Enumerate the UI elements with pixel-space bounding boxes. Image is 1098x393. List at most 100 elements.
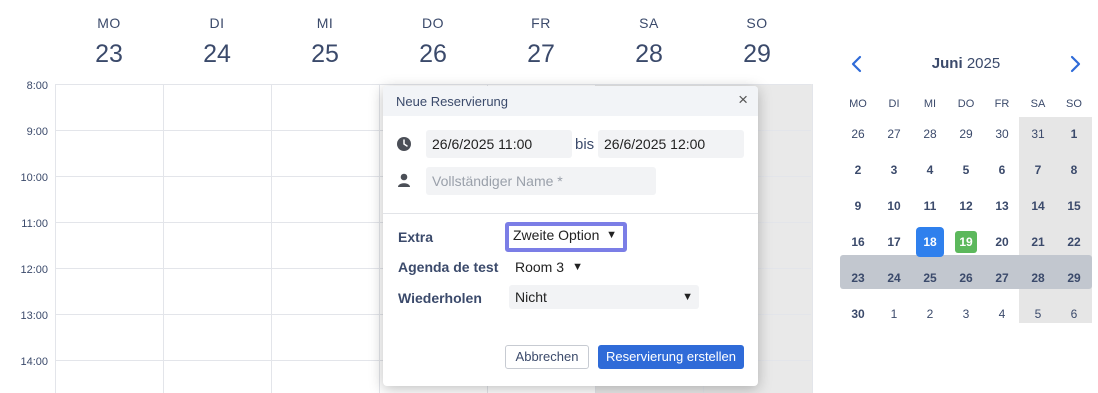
mini-calendar-day[interactable]: 21 (1020, 225, 1056, 259)
mini-calendar-day-label: 1 (1070, 127, 1078, 141)
close-icon[interactable]: × (738, 91, 748, 109)
time-label: 13:00 (20, 310, 48, 322)
mini-calendar-day[interactable]: 19 (948, 225, 984, 259)
chevron-down-icon: ▼ (682, 291, 693, 303)
cancel-button[interactable]: Abbrechen (505, 345, 589, 369)
mini-calendar-day[interactable]: 10 (876, 189, 912, 223)
mini-calendar-day-label: 13 (995, 199, 1009, 213)
mini-calendar-day-label: 3 (890, 163, 898, 177)
mini-calendar-day[interactable]: 6 (1056, 297, 1092, 331)
mini-calendar-day[interactable]: 5 (948, 153, 984, 187)
mini-calendar-day[interactable]: 2 (840, 153, 876, 187)
mini-calendar-day[interactable]: 18 (912, 225, 948, 259)
mini-calendar-day[interactable]: 1 (1056, 117, 1092, 151)
mini-calendar-day-label: 30 (995, 127, 1009, 141)
mini-calendar-day-label: 24 (887, 271, 901, 285)
dialog-header: Neue Reservierung × (383, 86, 758, 116)
mini-calendar-day[interactable]: 28 (1020, 261, 1056, 295)
day-header-so[interactable]: SO 29 (703, 0, 811, 84)
next-month-button[interactable] (1064, 52, 1086, 76)
mini-calendar-day[interactable]: 24 (876, 261, 912, 295)
mini-calendar-day-label: 23 (851, 271, 865, 285)
mini-calendar-day[interactable]: 30 (840, 297, 876, 331)
mini-calendar-day-label: 17 (887, 235, 901, 249)
mini-calendar-day[interactable]: 14 (1020, 189, 1056, 223)
mini-calendar-day[interactable]: 5 (1020, 297, 1056, 331)
mini-calendar-day[interactable]: 16 (840, 225, 876, 259)
chevron-right-icon (1070, 55, 1081, 73)
mini-calendar-day[interactable]: 11 (912, 189, 948, 223)
time-label: 12:00 (20, 264, 48, 276)
day-number: 24 (203, 40, 231, 68)
end-datetime-input[interactable]: 26/6/2025 12:00 (598, 130, 744, 158)
mini-calendar-day[interactable]: 26 (948, 261, 984, 295)
mini-calendar-day[interactable]: 20 (984, 225, 1020, 259)
mini-calendar-day[interactable]: 23 (840, 261, 876, 295)
mini-calendar-day-label: 2 (854, 163, 862, 177)
mini-calendar-day-label: 6 (998, 163, 1006, 177)
day-number: 27 (527, 40, 555, 68)
repeat-select[interactable]: Nicht ▼ (509, 285, 699, 309)
hour-line (55, 84, 811, 85)
year: 2025 (966, 55, 1001, 72)
mini-calendar-header: Juni 2025 (840, 50, 1092, 78)
mini-calendar-day-label: 26 (851, 127, 865, 141)
day-of-week: FR (531, 15, 551, 31)
month-name: Juni (931, 55, 963, 72)
mini-calendar-day-label: 16 (851, 235, 865, 249)
day-number: 28 (635, 40, 663, 68)
mini-calendar-day[interactable]: 25 (912, 261, 948, 295)
mini-calendar-day[interactable]: 17 (876, 225, 912, 259)
day-header-mo[interactable]: MO 23 (55, 0, 163, 84)
mini-day-of-week: SA (1030, 98, 1046, 110)
mini-calendar-day[interactable]: 28 (912, 117, 948, 151)
day-header-mi[interactable]: MI 25 (271, 0, 379, 84)
time-label: 14:00 (20, 356, 48, 368)
mini-calendar-day[interactable]: 2 (912, 297, 948, 331)
mini-calendar-day-label: 27 (887, 127, 901, 141)
mini-calendar-day[interactable]: 13 (984, 189, 1020, 223)
day-number: 23 (95, 40, 123, 68)
person-icon (398, 173, 410, 187)
repeat-label: Wiederholen (398, 290, 482, 306)
bis-label: bis (575, 136, 595, 153)
day-header-sa[interactable]: SA 28 (595, 0, 703, 84)
mini-calendar-day-label: 5 (962, 163, 970, 177)
extra-label: Extra (398, 229, 434, 245)
mini-calendar-day[interactable]: 3 (876, 153, 912, 187)
day-of-week: SA (639, 15, 659, 31)
mini-calendar-day[interactable]: 3 (948, 297, 984, 331)
mini-calendar-day[interactable]: 12 (948, 189, 984, 223)
mini-calendar-day[interactable]: 27 (984, 261, 1020, 295)
mini-calendar-day[interactable]: 8 (1056, 153, 1092, 187)
full-name-input[interactable]: Vollständiger Name * (426, 167, 656, 195)
mini-calendar-day[interactable]: 6 (984, 153, 1020, 187)
mini-calendar-day[interactable]: 26 (840, 117, 876, 151)
mini-calendar-day-label: 10 (887, 199, 901, 213)
start-datetime-input[interactable]: 26/6/2025 11:00 (426, 130, 572, 158)
mini-calendar-day[interactable]: 31 (1020, 117, 1056, 151)
mini-calendar-day[interactable]: 4 (984, 297, 1020, 331)
day-header-fr[interactable]: FR 27 (487, 0, 595, 84)
time-label: 11:00 (21, 218, 48, 230)
day-header-di[interactable]: DI 24 (163, 0, 271, 84)
mini-calendar-day[interactable]: 9 (840, 189, 876, 223)
extra-select[interactable]: Zweite Option ▼ (505, 222, 627, 252)
mini-calendar-day[interactable]: 29 (948, 117, 984, 151)
mini-calendar-day[interactable]: 15 (1056, 189, 1092, 223)
mini-calendar-day-label: 20 (995, 235, 1009, 249)
day-number: 26 (419, 40, 447, 68)
clock-icon (397, 137, 411, 151)
mini-calendar-day[interactable]: 29 (1056, 261, 1092, 295)
agenda-select[interactable]: Room 3 ▼ (509, 255, 589, 279)
mini-calendar-day[interactable]: 22 (1056, 225, 1092, 259)
mini-calendar-day-label: 25 (923, 271, 937, 285)
mini-calendar-day[interactable]: 4 (912, 153, 948, 187)
mini-calendar-day[interactable]: 1 (876, 297, 912, 331)
mini-calendar-day[interactable]: 30 (984, 117, 1020, 151)
mini-calendar-day[interactable]: 27 (876, 117, 912, 151)
mini-calendar-day[interactable]: 7 (1020, 153, 1056, 187)
create-reservation-button[interactable]: Reservierung erstellen (598, 345, 744, 369)
mini-calendar-day-label: 8 (1070, 163, 1078, 177)
day-header-do[interactable]: DO 26 (379, 0, 487, 84)
